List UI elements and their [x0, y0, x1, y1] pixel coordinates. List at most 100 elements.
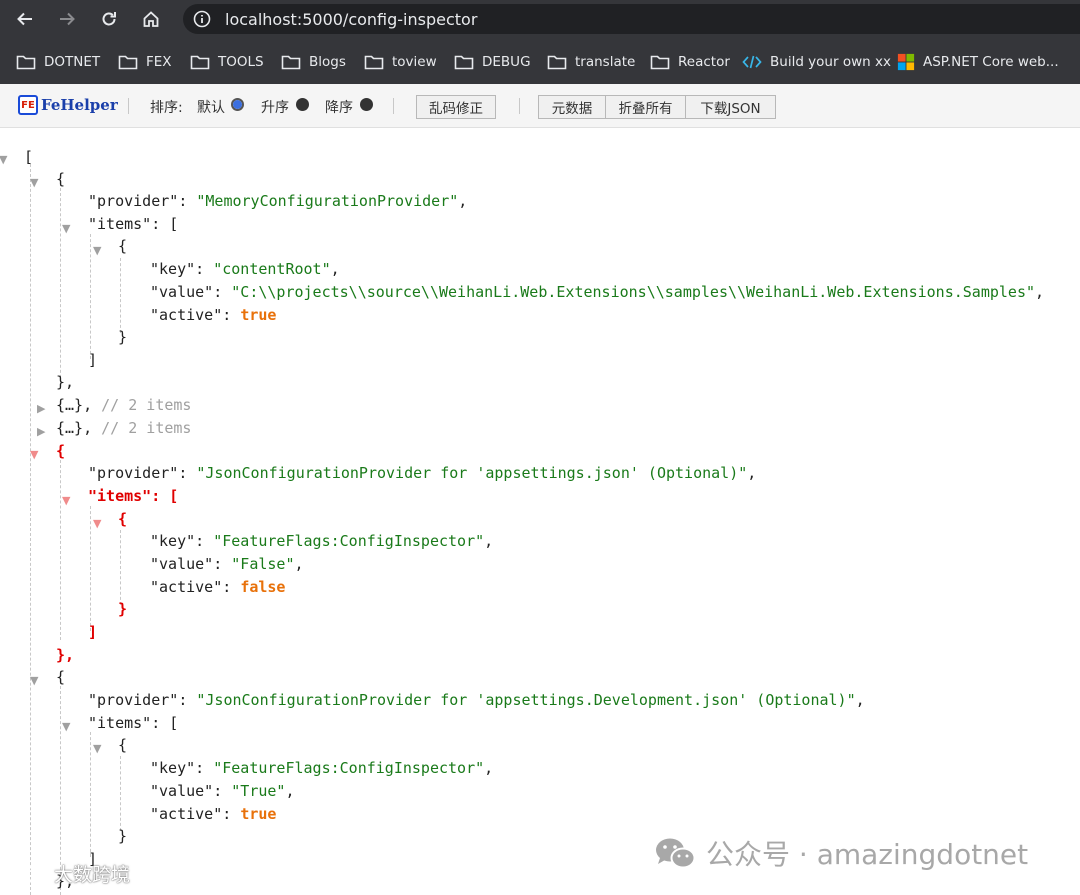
sort-label: 排序:	[150, 100, 183, 116]
indent-guide	[120, 258, 121, 333]
bookmark-tools[interactable]: TOOLS	[190, 52, 264, 72]
collapse-toggle-icon[interactable]: ▼	[93, 517, 101, 530]
metadata-button[interactable]: 元数据	[538, 95, 606, 119]
fehelper-logo[interactable]: FE FeHelper	[18, 95, 118, 115]
watermark-left: 大数跨境	[4, 860, 130, 887]
folder-icon	[547, 55, 567, 70]
provider-value: "JsonConfigurationProvider for 'appsetti…	[196, 464, 748, 482]
json-line: "key": "FeatureFlags:ConfigInspector",	[150, 759, 494, 777]
fehelper-toolbar: FE FeHelper 排序: 默认 升序 降序 乱码修正 元数据 折叠所有 下…	[0, 84, 1080, 128]
json-line: {	[118, 237, 128, 255]
json-line: }	[118, 600, 128, 618]
fix-encoding-button[interactable]: 乱码修正	[416, 95, 496, 119]
json-line: "provider": "JsonConfigurationProvider f…	[88, 691, 865, 709]
forward-button[interactable]	[56, 8, 78, 30]
collapse-all-button[interactable]: 折叠所有	[605, 95, 686, 119]
json-line: },	[56, 646, 75, 664]
bookmark-reactor[interactable]: Reactor	[650, 52, 730, 72]
collapse-toggle-icon[interactable]: ▼	[30, 176, 38, 189]
collapsed-object[interactable]: {…}, // 2 items	[56, 396, 191, 414]
indent-guide	[30, 164, 31, 895]
address-bar[interactable]: localhost:5000/config-inspector	[183, 4, 1080, 34]
bookmark-label: FEX	[146, 54, 172, 70]
collapse-toggle-icon[interactable]: ▼	[62, 222, 70, 235]
json-line: [	[24, 148, 34, 166]
info-icon[interactable]	[193, 10, 211, 28]
json-line: "key": "FeatureFlags:ConfigInspector",	[150, 532, 494, 550]
collapse-toggle-icon[interactable]: ▼	[62, 494, 70, 507]
json-line: }	[118, 328, 128, 346]
bookmark-label: TOOLS	[218, 54, 264, 70]
home-button[interactable]	[140, 8, 162, 30]
json-line: "items": [	[88, 714, 179, 732]
divider	[128, 98, 129, 114]
expand-toggle-icon[interactable]: ▶	[37, 425, 45, 438]
bookmark-debug[interactable]: DEBUG	[454, 52, 531, 72]
json-line: ]	[88, 623, 98, 641]
collapsed-object[interactable]: {…}, // 2 items	[56, 419, 191, 437]
arrow-left-icon	[17, 12, 32, 26]
sort-default-radio[interactable]	[231, 98, 244, 111]
folder-icon	[364, 55, 384, 70]
collapse-toggle-icon[interactable]: ▼	[93, 244, 101, 257]
expand-toggle-icon[interactable]: ▶	[37, 402, 45, 415]
json-line: "items": [	[88, 487, 179, 505]
json-line: "value": "C:\\projects\\source\\WeihanLi…	[150, 283, 1045, 301]
json-line: {	[56, 668, 66, 686]
json-line: "active": true	[150, 805, 277, 823]
indent-guide	[120, 530, 121, 605]
home-icon	[143, 11, 159, 27]
bookmark-toview[interactable]: toview	[364, 52, 437, 72]
bookmark-blogs[interactable]: Blogs	[281, 52, 346, 72]
watermark-right: 公众号 · amazingdotnet	[654, 833, 1028, 873]
code-icon	[742, 55, 762, 69]
reload-icon	[102, 12, 116, 26]
json-line: "provider": "MemoryConfigurationProvider…	[88, 192, 468, 210]
json-line: }	[118, 827, 128, 845]
folder-icon	[16, 55, 36, 70]
json-line: "provider": "JsonConfigurationProvider f…	[88, 464, 757, 482]
json-line: "key": "contentRoot",	[150, 260, 340, 278]
json-line: ]	[88, 351, 98, 369]
collapse-toggle-icon[interactable]: ▼	[30, 674, 38, 687]
bookmark-label: toview	[392, 54, 437, 70]
collapse-toggle-icon[interactable]: ▼	[62, 720, 70, 733]
json-line: "active": true	[150, 306, 277, 324]
indent-guide	[120, 756, 121, 831]
json-line: "active": false	[150, 578, 286, 596]
json-line: {	[56, 442, 66, 460]
json-line: },	[56, 373, 75, 391]
bookmark-fex[interactable]: FEX	[118, 52, 172, 72]
reload-button[interactable]	[98, 8, 120, 30]
folder-icon	[118, 55, 138, 70]
bookmark-build-your-own[interactable]: Build your own xx	[742, 52, 891, 72]
browser-toolbar: localhost:5000/config-inspector	[0, 0, 1080, 38]
sort-desc-radio[interactable]	[360, 98, 373, 111]
json-line: "value": "True",	[150, 782, 295, 800]
bookmark-translate[interactable]: translate	[547, 52, 635, 72]
json-line: {	[56, 170, 66, 188]
back-button[interactable]	[14, 8, 36, 30]
json-viewer: ▼ ▼ ▼ ▼ ▶ ▶ ▼ ▼ ▼ ▼ ▼ ▼ [ { "provider": …	[0, 128, 1080, 895]
collapse-toggle-icon[interactable]: ▼	[0, 153, 7, 166]
collapse-toggle-icon[interactable]: ▼	[30, 448, 38, 461]
sort-default-label: 默认	[197, 100, 225, 116]
bookmark-label: Build your own xx	[770, 54, 891, 70]
provider-value: "JsonConfigurationProvider for 'appsetti…	[196, 691, 856, 709]
download-json-button[interactable]: 下载JSON	[685, 95, 776, 119]
bookmark-label: Reactor	[678, 54, 730, 70]
collapse-toggle-icon[interactable]: ▼	[93, 742, 101, 755]
watermark-left-text: 大数跨境	[54, 864, 131, 886]
watermark-right-text: 公众号 · amazingdotnet	[706, 838, 1029, 871]
bookmark-label: Blogs	[309, 54, 346, 70]
bookmark-label: DOTNET	[44, 54, 101, 70]
arrow-right-icon	[60, 12, 75, 26]
bookmark-aspnet-core[interactable]: ASP.NET Core web...	[897, 52, 1059, 72]
indent-guide	[60, 460, 61, 640]
folder-icon	[281, 55, 301, 70]
bookmark-dotnet[interactable]: DOTNET	[16, 52, 100, 72]
sort-asc-radio[interactable]	[296, 98, 309, 111]
sort-desc-label: 降序	[325, 100, 353, 116]
divider	[393, 98, 394, 114]
fehelper-name: FeHelper	[41, 96, 118, 114]
